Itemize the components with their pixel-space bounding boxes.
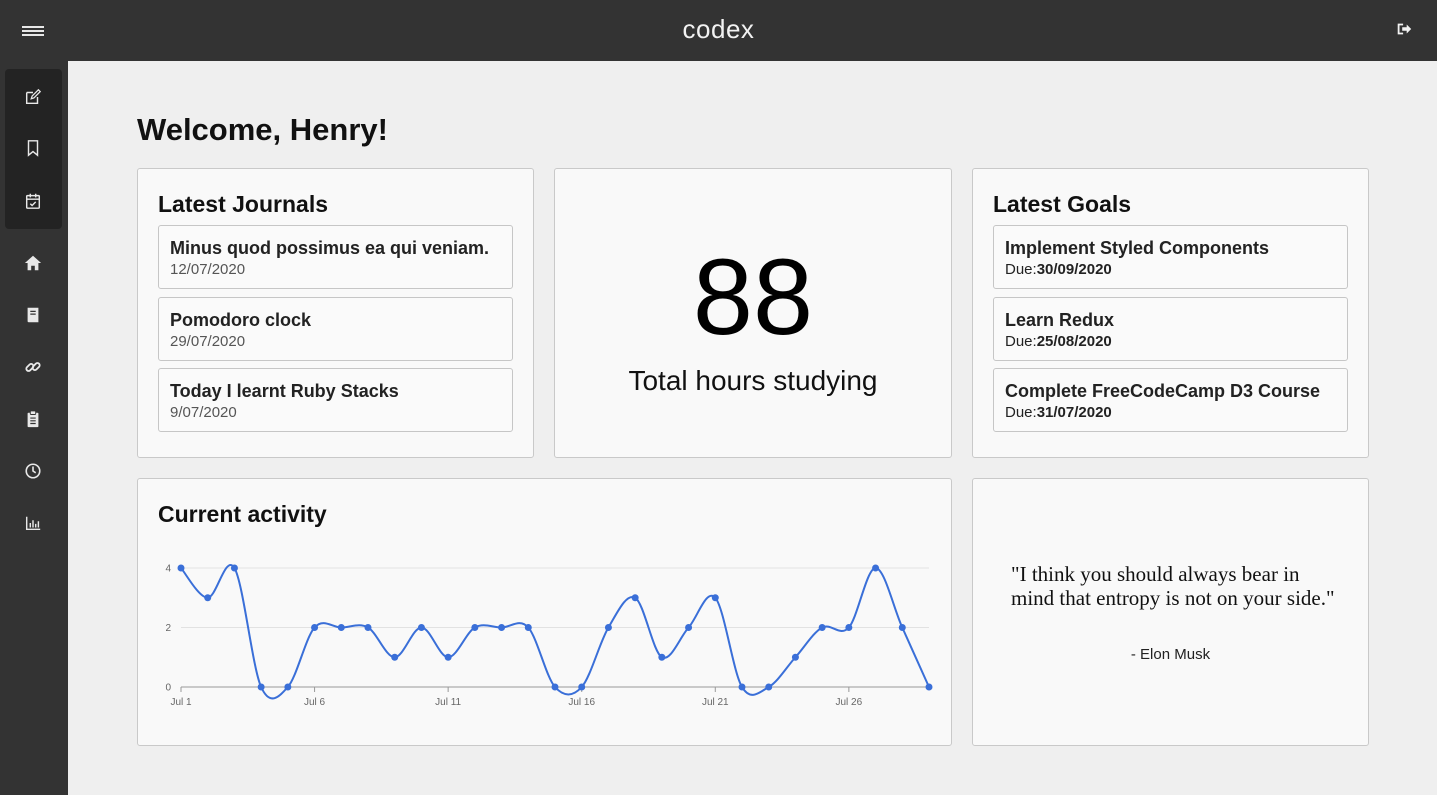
y-tick-label: 4 [165, 564, 171, 575]
activity-data-point [738, 683, 746, 691]
total-hours-caption: Total hours studying [628, 365, 878, 396]
calendar-check-icon[interactable] [21, 189, 45, 213]
top-bar: codex [0, 0, 1437, 61]
edit-icon[interactable] [21, 85, 45, 109]
goal-due-label: Due: [1005, 261, 1037, 278]
activity-data-point [230, 564, 238, 572]
activity-card: Current activity 0 2 4 Jul 1 Jul 6 Jul 11 Jul … [137, 478, 952, 746]
book-icon[interactable] [21, 303, 45, 327]
goal-due-label: Due: [1005, 404, 1037, 421]
x-tick-label: Jul 11 [435, 697, 461, 708]
journal-item[interactable]: Today I learnt Ruby Stacks 9/07/2020 [158, 368, 513, 432]
x-tick-label: Jul 1 [170, 697, 192, 708]
activity-data-point [498, 624, 506, 631]
goals-card: Latest Goals Implement Styled Components… [972, 168, 1369, 458]
activity-series-line [180, 564, 930, 700]
activity-data-point [604, 624, 612, 631]
goal-due-label: Due: [1005, 333, 1037, 350]
x-tick-label: Jul 16 [568, 697, 595, 708]
journal-item-title: Today I learnt Ruby Stacks [170, 381, 399, 401]
activity-data-point [658, 653, 666, 661]
sidebar [0, 61, 68, 795]
journal-item-title: Pomodoro clock [170, 310, 312, 330]
activity-data-point [364, 624, 372, 631]
y-tick-label: 2 [165, 623, 171, 634]
activity-data-point [284, 683, 292, 691]
quote-author: - Elon Musk [1130, 646, 1211, 663]
activity-data-point [765, 683, 773, 691]
quote-card: "I think you should always bear in mind … [972, 478, 1369, 746]
bar-chart-icon[interactable] [21, 511, 45, 535]
home-icon[interactable] [21, 251, 45, 275]
bookmark-icon[interactable] [21, 136, 45, 160]
journal-item[interactable]: Minus quod possimus ea qui veniam. 12/07… [158, 225, 513, 289]
clipboard-icon[interactable] [21, 407, 45, 431]
activity-data-point [417, 624, 425, 631]
activity-data-point [791, 653, 799, 661]
quote-text: "I think you should always bear in mind … [1011, 562, 1335, 610]
activity-data-point [471, 624, 479, 631]
link-icon[interactable] [21, 355, 45, 379]
activity-data-point [551, 683, 559, 691]
goal-item-title: Complete FreeCodeCamp D3 Course [1005, 381, 1321, 401]
total-hours-value: 88 [692, 236, 814, 357]
goals-title: Latest Goals [993, 191, 1132, 217]
goal-item[interactable]: Implement Styled Components Due:30/09/20… [993, 225, 1348, 289]
goal-item[interactable]: Complete FreeCodeCamp D3 Course Due:31/0… [993, 368, 1348, 432]
journals-card: Latest Journals Minus quod possimus ea q… [137, 168, 534, 458]
y-tick-label: 0 [165, 683, 171, 694]
goal-due-date: 30/09/2020 [1036, 261, 1112, 278]
activity-data-point [631, 594, 639, 602]
goal-item[interactable]: Learn Redux Due:25/08/2020 [993, 297, 1348, 361]
activity-data-point [578, 683, 586, 691]
goal-item-title: Learn Redux [1005, 310, 1115, 330]
goal-item-title: Implement Styled Components [1005, 238, 1270, 258]
activity-data-point [391, 653, 399, 661]
journal-item-title: Minus quod possimus ea qui veniam. [170, 238, 490, 258]
journal-item-date: 29/07/2020 [170, 333, 246, 350]
activity-data-point [925, 683, 933, 691]
activity-data-point [818, 624, 826, 631]
activity-data-point [444, 653, 452, 661]
x-tick-label: Jul 6 [304, 697, 326, 708]
journal-item[interactable]: Pomodoro clock 29/07/2020 [158, 297, 513, 361]
activity-data-point [257, 683, 265, 691]
activity-data-point [204, 594, 212, 602]
x-tick-label: Jul 21 [702, 697, 729, 708]
page-title: Welcome, Henry! [137, 112, 388, 147]
activity-data-point [685, 624, 693, 631]
hours-card: 88 Total hours studying [554, 168, 952, 458]
goal-due-date: 31/07/2020 [1036, 404, 1112, 421]
app-logo[interactable]: codex [0, 14, 1437, 45]
clock-icon[interactable] [21, 459, 45, 483]
goal-due-date: 25/08/2020 [1036, 333, 1112, 350]
activity-data-point [898, 624, 906, 631]
journal-item-date: 12/07/2020 [170, 261, 246, 278]
activity-data-point [845, 624, 853, 631]
activity-data-point [337, 624, 345, 631]
activity-data-point [177, 564, 185, 572]
activity-data-point [711, 594, 719, 602]
journals-title: Latest Journals [158, 191, 328, 217]
activity-data-point [872, 564, 880, 572]
x-tick-label: Jul 26 [836, 697, 863, 708]
journal-item-date: 9/07/2020 [170, 404, 237, 421]
logout-icon[interactable] [1395, 20, 1415, 40]
activity-data-point [524, 624, 532, 631]
activity-line-chart: 0 2 4 Jul 1 Jul 6 Jul 11 Jul 16 Jul 21 Jul 26 [165, 564, 933, 708]
activity-data-point [311, 624, 319, 631]
